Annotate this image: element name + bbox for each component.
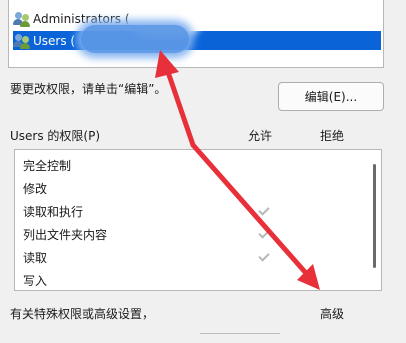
permissions-list[interactable]: 完全控制 修改 读取和执行 列出文件夹内容 读取 写入 [14, 149, 382, 291]
permission-label: 读取和执行 [23, 204, 84, 219]
allow-column-header: 允许 [248, 129, 273, 143]
permission-label: 完全控制 [23, 158, 72, 173]
permission-label: 修改 [23, 181, 48, 196]
edit-button[interactable]: 编辑(E)... [278, 82, 384, 111]
divider [200, 333, 280, 334]
list-item-label: Users ( [33, 33, 76, 48]
allow-check-icon [258, 227, 270, 239]
allow-check-icon [258, 250, 270, 262]
scrollbar[interactable] [373, 164, 376, 268]
permissions-title: Users 的权限(P) [10, 129, 101, 143]
permission-row: 完全控制 [23, 156, 71, 174]
permission-row: 列出文件夹内容 [23, 225, 107, 243]
permission-label: 写入 [23, 273, 48, 288]
permission-row: 修改 [23, 179, 47, 197]
redaction-blur [81, 25, 189, 53]
edit-instruction: 要更改权限，请单击“编辑”。 [10, 82, 167, 96]
advanced-button[interactable]: 高级 [320, 305, 344, 322]
permission-row: 读取和执行 [23, 202, 83, 220]
user-group-icon [13, 11, 31, 27]
arrow-up-line [165, 69, 196, 148]
user-group-icon [13, 33, 31, 49]
permission-label: 列出文件夹内容 [23, 227, 108, 242]
group-user-list[interactable]: Administrators ( Users ( [8, 0, 384, 68]
list-item-users[interactable]: Users ( [13, 31, 381, 50]
permission-row: 读取 [23, 248, 47, 266]
advanced-hint: 有关特殊权限或高级设置， [10, 307, 155, 321]
permission-row: 写入 [23, 271, 47, 289]
allow-check-icon [258, 204, 270, 216]
list-item-label: Administrators ( [33, 11, 130, 26]
permission-label: 读取 [23, 250, 48, 265]
deny-column-header: 拒绝 [320, 129, 345, 143]
